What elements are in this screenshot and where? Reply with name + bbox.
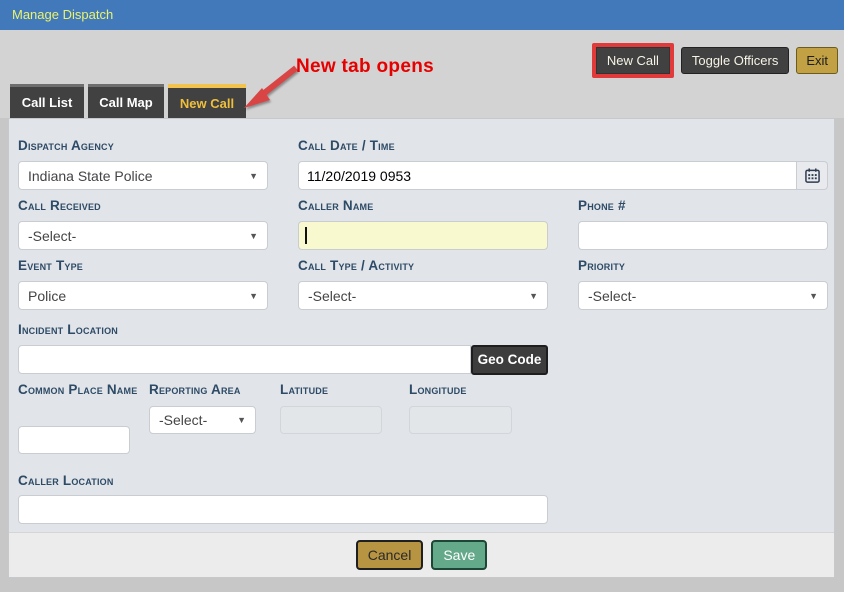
incident-location-input[interactable] xyxy=(18,345,471,374)
priority-label: Priority xyxy=(578,256,625,276)
tab-new-call[interactable]: New Call xyxy=(168,84,246,118)
exit-button[interactable]: Exit xyxy=(796,47,838,74)
toolbar: New Call Toggle Officers Exit xyxy=(592,43,838,78)
text-cursor xyxy=(305,227,307,244)
caller-name-label: Caller Name xyxy=(298,196,373,216)
longitude-input xyxy=(409,406,512,434)
reporting-area-value: -Select- xyxy=(159,412,207,428)
reporting-area-label: Reporting Area xyxy=(149,380,241,400)
caller-name-input[interactable] xyxy=(298,221,548,250)
call-received-select[interactable]: -Select- ▼ xyxy=(18,221,268,250)
tab-call-list[interactable]: Call List xyxy=(10,84,84,118)
window-title: Manage Dispatch xyxy=(12,7,113,22)
geo-code-button[interactable]: Geo Code xyxy=(471,345,548,375)
priority-value: -Select- xyxy=(588,288,636,304)
new-call-button[interactable]: New Call xyxy=(596,47,670,74)
call-datetime-label: Call Date / Time xyxy=(298,136,395,156)
new-call-button-highlight: New Call xyxy=(592,43,674,78)
call-type-select[interactable]: -Select- ▼ xyxy=(298,281,548,310)
save-button[interactable]: Save xyxy=(431,540,487,570)
call-type-value: -Select- xyxy=(308,288,356,304)
call-received-value: -Select- xyxy=(28,228,76,244)
reporting-area-select[interactable]: -Select- ▼ xyxy=(149,406,256,434)
chevron-down-icon: ▼ xyxy=(249,171,258,181)
call-datetime-input[interactable] xyxy=(298,161,797,190)
toggle-officers-button[interactable]: Toggle Officers xyxy=(681,47,789,74)
longitude-label: Longitude xyxy=(409,380,467,400)
cancel-button[interactable]: Cancel xyxy=(356,540,424,570)
calendar-button[interactable] xyxy=(797,161,828,190)
priority-select[interactable]: -Select- ▼ xyxy=(578,281,828,310)
chevron-down-icon: ▼ xyxy=(529,291,538,301)
call-received-label: Call Received xyxy=(18,196,101,216)
incident-location-group: Geo Code xyxy=(18,345,548,375)
phone-label: Phone # xyxy=(578,196,626,216)
caller-location-input[interactable] xyxy=(18,495,548,524)
dispatch-agency-value: Indiana State Police xyxy=(28,168,153,184)
latitude-input xyxy=(280,406,382,434)
event-type-label: Event Type xyxy=(18,256,83,276)
tab-bar: Call List Call Map New Call xyxy=(10,84,250,118)
chevron-down-icon: ▼ xyxy=(809,291,818,301)
event-type-select[interactable]: Police ▼ xyxy=(18,281,268,310)
window-titlebar: Manage Dispatch xyxy=(0,0,844,30)
chevron-down-icon: ▼ xyxy=(249,291,258,301)
chevron-down-icon: ▼ xyxy=(237,415,246,425)
form-footer: Cancel Save xyxy=(9,532,834,577)
incident-location-label: Incident Location xyxy=(18,320,118,340)
new-call-form-panel: Dispatch Agency Indiana State Police ▼ C… xyxy=(8,118,835,578)
phone-input[interactable] xyxy=(578,221,828,250)
common-place-name-label: Common Place Name xyxy=(18,380,140,400)
call-type-label: Call Type / Activity xyxy=(298,256,414,276)
tab-call-map[interactable]: Call Map xyxy=(88,84,164,118)
caller-name-wrap xyxy=(298,221,548,250)
caller-location-label: Caller Location xyxy=(18,471,114,491)
event-type-value: Police xyxy=(28,288,66,304)
calendar-icon xyxy=(805,168,820,183)
dispatch-agency-select[interactable]: Indiana State Police ▼ xyxy=(18,161,268,190)
dispatch-agency-label: Dispatch Agency xyxy=(18,136,114,156)
call-datetime-group xyxy=(298,161,828,190)
annotation-text: New tab opens xyxy=(296,56,434,78)
chevron-down-icon: ▼ xyxy=(249,231,258,241)
common-place-name-input[interactable] xyxy=(18,426,130,454)
latitude-label: Latitude xyxy=(280,380,328,400)
